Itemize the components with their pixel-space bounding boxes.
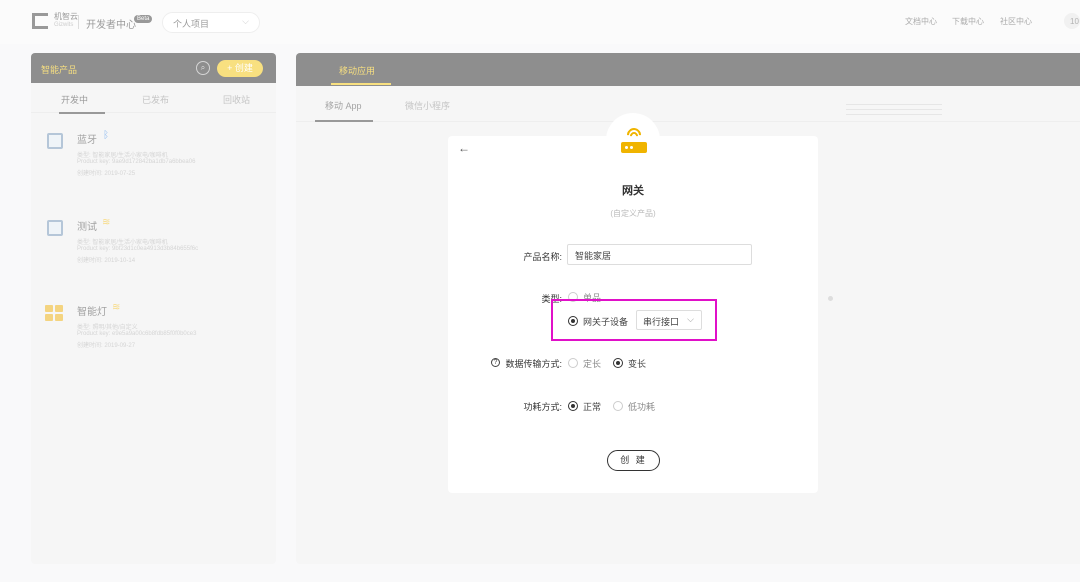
back-arrow-icon[interactable]: ←	[458, 141, 470, 155]
power-normal-label[interactable]: 正常	[583, 400, 601, 413]
product-name-label: 产品名称:	[523, 252, 562, 262]
transfer-fixed-label[interactable]: 定长	[583, 357, 601, 370]
background-dot	[828, 296, 833, 301]
create-button[interactable]: 创 建	[607, 450, 660, 471]
highlight-box	[551, 299, 717, 341]
transfer-mode-label: 数据传输方式:	[505, 359, 562, 369]
dialog-title: 网关	[622, 185, 644, 197]
power-normal-radio[interactable]	[568, 401, 578, 411]
product-name-input[interactable]: 智能家居	[567, 244, 752, 265]
power-mode-label: 功耗方式:	[523, 402, 562, 412]
help-icon[interactable]: ?	[491, 358, 500, 367]
power-low-label[interactable]: 低功耗	[628, 400, 655, 413]
transfer-variable-radio[interactable]	[613, 358, 623, 368]
power-low-radio[interactable]	[613, 401, 623, 411]
transfer-fixed-radio[interactable]	[568, 358, 578, 368]
transfer-variable-label[interactable]: 变长	[628, 357, 646, 370]
router-icon	[621, 125, 647, 155]
dialog-subtitle: (自定义产品)	[610, 209, 656, 218]
